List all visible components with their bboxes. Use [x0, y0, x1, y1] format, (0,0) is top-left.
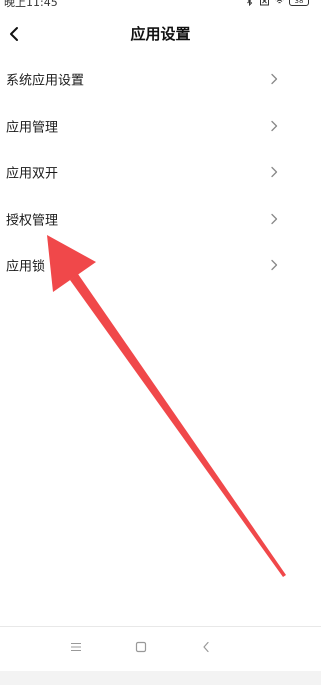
menu-item-dual-apps[interactable]: 应用双开: [0, 149, 321, 196]
navigation-bar: [0, 627, 321, 667]
menu-icon: [71, 643, 81, 651]
bluetooth-icon: [247, 0, 253, 6]
bottom-strip: [0, 671, 321, 685]
home-button[interactable]: [131, 637, 151, 657]
page-title: 应用设置: [130, 25, 191, 43]
status-bar: 晚上11:45 38: [0, 0, 321, 8]
chevron-right-icon: [271, 167, 278, 178]
menu-item-label: 系统应用设置: [6, 73, 85, 89]
sim-icon: [260, 0, 269, 5]
home-icon: [135, 641, 147, 653]
menu-item-label: 应用双开: [6, 166, 59, 182]
menu-item-app-lock[interactable]: 应用锁: [0, 242, 321, 289]
menu-item-authorization-management[interactable]: 授权管理: [0, 196, 321, 243]
arrow-shaft: [70, 274, 286, 577]
status-icons: 38: [244, 0, 309, 6]
settings-menu-list: 系统应用设置 应用管理 应用双开 授权管理 应用锁: [0, 56, 321, 289]
menu-item-label: 授权管理: [6, 213, 59, 229]
system-back-button[interactable]: [196, 637, 216, 657]
wifi-icon: [276, 0, 283, 3]
menu-item-system-app-settings[interactable]: 系统应用设置: [0, 56, 321, 103]
recent-apps-button[interactable]: [66, 637, 86, 657]
chevron-right-icon: [271, 260, 278, 271]
header: 应用设置: [0, 14, 321, 54]
battery-indicator: 38: [289, 0, 309, 6]
status-time: 晚上11:45: [4, 0, 58, 8]
chevron-right-icon: [271, 213, 278, 224]
chevron-right-icon: [271, 74, 278, 85]
menu-item-label: 应用锁: [6, 259, 46, 275]
menu-item-app-management[interactable]: 应用管理: [0, 103, 321, 150]
chevron-right-icon: [271, 120, 278, 131]
back-icon: [203, 641, 209, 653]
menu-item-label: 应用管理: [6, 120, 59, 136]
